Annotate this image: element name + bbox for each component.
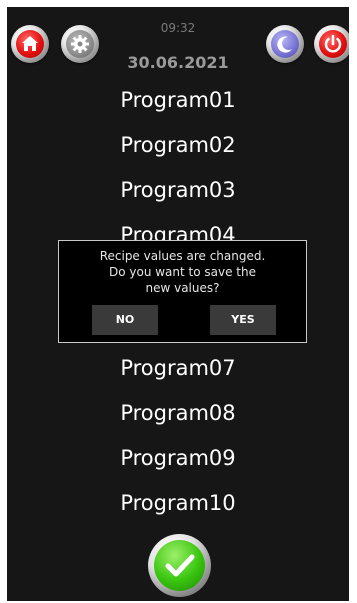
- program-item-01[interactable]: Program01: [7, 88, 349, 112]
- checkmark-icon: [154, 540, 205, 591]
- yes-button[interactable]: YES: [210, 305, 276, 335]
- program-item-03[interactable]: Program03: [7, 178, 349, 202]
- hmi-screen: 09:32 30.06.2021 Program01 Program02 Pro…: [7, 7, 349, 601]
- night-mode-button[interactable]: [266, 25, 304, 63]
- power-icon: [319, 30, 347, 58]
- dialog-message: Recipe values are changed. Do you want t…: [59, 248, 306, 296]
- confirm-button[interactable]: [148, 534, 211, 597]
- save-changes-dialog: Recipe values are changed. Do you want t…: [58, 240, 307, 343]
- program-item-10[interactable]: Program10: [7, 491, 349, 515]
- program-item-07[interactable]: Program07: [7, 356, 349, 380]
- no-button[interactable]: NO: [92, 305, 158, 335]
- dialog-message-line-2: Do you want to save the: [108, 265, 256, 279]
- dialog-message-line-3: new values?: [145, 281, 220, 295]
- dialog-message-line-1: Recipe values are changed.: [99, 249, 266, 263]
- program-item-08[interactable]: Program08: [7, 401, 349, 425]
- program-item-02[interactable]: Program02: [7, 133, 349, 157]
- program-item-09[interactable]: Program09: [7, 446, 349, 470]
- moon-icon: [271, 30, 299, 58]
- power-button[interactable]: [314, 25, 349, 63]
